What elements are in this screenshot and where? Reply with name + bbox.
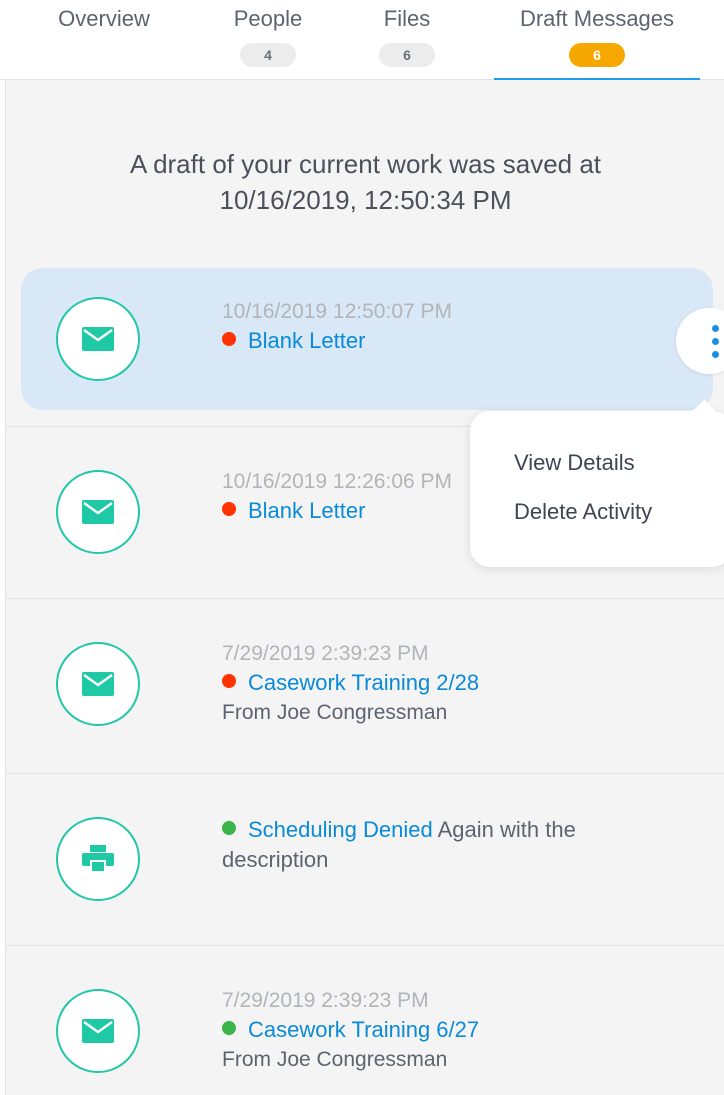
envelope-icon: [56, 989, 140, 1073]
envelope-icon: [56, 297, 140, 381]
kebab-dot: [712, 351, 719, 358]
activity-from: From Joe Congressman: [222, 1048, 448, 1071]
activity-meta: 10/16/2019 12:50:07 PM Blank Letter: [222, 298, 692, 356]
view-details-menu-item[interactable]: View Details: [514, 448, 635, 478]
tab-files-count-badge: 6: [379, 43, 435, 67]
activity-title-link[interactable]: Blank Letter: [248, 498, 365, 523]
tab-people[interactable]: People 4: [210, 0, 326, 80]
activity-context-menu: View Details Delete Activity: [470, 399, 724, 567]
draft-saved-notice-time: 10/16/2019, 12:50:34 PM: [219, 185, 512, 215]
activity-row[interactable]: 7/29/2019 2:39:23 PM Casework Training 2…: [6, 599, 724, 774]
kebab-dot: [712, 338, 719, 345]
activity-meta: 7/29/2019 2:39:23 PM Casework Training 6…: [222, 987, 692, 1075]
activity-timestamp: 7/29/2019 2:39:23 PM: [222, 989, 429, 1012]
activity-title-link[interactable]: Casework Training 6/27: [248, 1017, 479, 1042]
activity-title-line: Casework Training 6/27: [222, 1015, 692, 1045]
activity-timestamp: 7/29/2019 2:39:23 PM: [222, 642, 429, 665]
activity-meta: Scheduling Denied Again with the descrip…: [222, 815, 662, 875]
activity-row[interactable]: 7/29/2019 2:39:23 PM Casework Training 6…: [6, 946, 724, 1095]
tab-people-label: People: [233, 6, 303, 31]
activity-title-link[interactable]: Casework Training 2/28: [248, 670, 479, 695]
activity-title-link[interactable]: Scheduling Denied: [248, 817, 433, 842]
activity-title-line: Scheduling Denied Again with the descrip…: [222, 815, 662, 875]
activity-title-line: Blank Letter: [222, 326, 692, 356]
draft-saved-notice-line1: A draft of your current work was saved a…: [129, 149, 602, 179]
status-dot-red: [222, 502, 236, 516]
printer-icon: [56, 817, 140, 901]
delete-activity-menu-item[interactable]: Delete Activity: [514, 497, 652, 527]
tab-files-label: Files: [383, 6, 431, 31]
tab-files[interactable]: Files 6: [364, 0, 450, 80]
envelope-icon: [56, 642, 140, 726]
draft-messages-panel: A draft of your current work was saved a…: [5, 80, 724, 1095]
tab-draft-messages[interactable]: Draft Messages 6: [494, 0, 700, 81]
activity-meta: 7/29/2019 2:39:23 PM Casework Training 2…: [222, 640, 692, 728]
tab-overview-label: Overview: [58, 6, 150, 31]
tab-bar: Overview People 4 Files 6 Draft Messages…: [0, 0, 724, 81]
activity-row[interactable]: Scheduling Denied Again with the descrip…: [6, 774, 724, 946]
tab-draft-messages-count-badge: 6: [569, 43, 625, 67]
activity-from: From Joe Congressman: [222, 701, 448, 724]
tab-overview[interactable]: Overview: [40, 0, 168, 80]
status-dot-green: [222, 1021, 236, 1035]
activity-title-link[interactable]: Blank Letter: [248, 328, 365, 353]
tab-draft-messages-label: Draft Messages: [519, 6, 675, 31]
envelope-icon: [56, 470, 140, 554]
activity-timestamp: 10/16/2019 12:50:07 PM: [222, 300, 453, 323]
status-dot-red: [222, 332, 236, 346]
status-dot-red: [222, 674, 236, 688]
status-dot-green: [222, 821, 236, 835]
draft-saved-notice: A draft of your current work was saved a…: [6, 146, 724, 218]
activity-row[interactable]: 10/16/2019 12:50:07 PM Blank Letter: [6, 258, 724, 427]
kebab-dot: [712, 325, 719, 332]
tab-people-count-badge: 4: [240, 43, 296, 67]
activity-title-line: Casework Training 2/28: [222, 668, 692, 698]
